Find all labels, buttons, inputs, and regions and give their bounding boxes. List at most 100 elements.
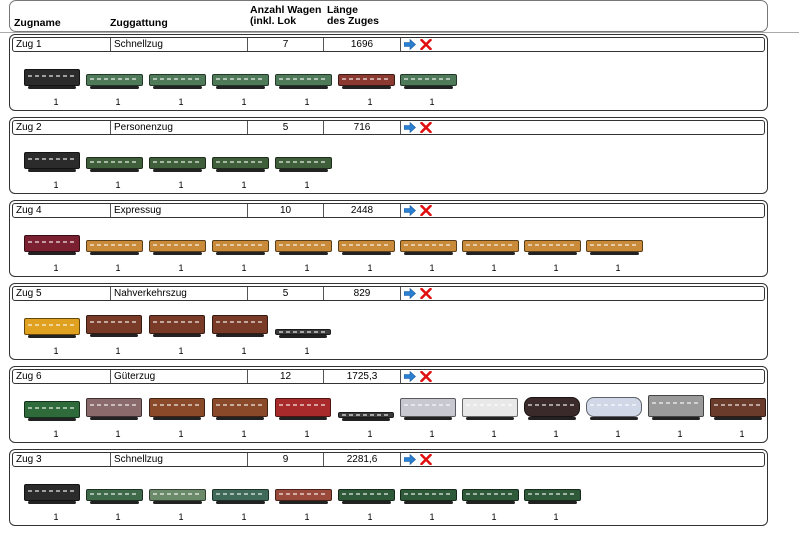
wheel-set xyxy=(153,252,202,255)
freight-car[interactable] xyxy=(275,398,331,417)
arrow-right-icon[interactable] xyxy=(403,287,416,300)
vehicle-quantity: 1 xyxy=(241,512,247,522)
vehicle-quantity: 1 xyxy=(739,429,745,439)
vehicle-quantity: 1 xyxy=(241,346,247,356)
wheel-set xyxy=(279,169,328,172)
passenger-car[interactable] xyxy=(86,74,143,86)
freight-car[interactable] xyxy=(462,398,518,417)
passenger-car[interactable] xyxy=(86,489,143,501)
wheel-set xyxy=(590,417,638,420)
passenger-car[interactable] xyxy=(212,74,269,86)
vehicle-quantity: 1 xyxy=(304,97,310,107)
train-actions xyxy=(403,204,444,217)
passenger-car[interactable] xyxy=(86,157,143,169)
wheel-set xyxy=(528,417,576,420)
baggage-car[interactable] xyxy=(275,157,332,169)
red-x-icon[interactable] xyxy=(420,287,432,300)
arrow-right-icon[interactable] xyxy=(403,204,416,217)
vehicle-quantity: 1 xyxy=(615,429,621,439)
arrow-right-icon[interactable] xyxy=(403,38,416,51)
arrow-right-icon[interactable] xyxy=(403,370,416,383)
passenger-car[interactable] xyxy=(524,489,581,501)
steam-locomotive[interactable] xyxy=(24,484,80,501)
header-train-type: Zuggattung xyxy=(110,17,168,29)
vehicle-quantity: 1 xyxy=(553,263,559,273)
wheel-set xyxy=(28,169,76,172)
passenger-car[interactable] xyxy=(338,489,395,501)
header-wagon-count-2: (inkl. Lok xyxy=(250,15,297,27)
tank-car[interactable] xyxy=(586,397,642,417)
passenger-car[interactable] xyxy=(212,240,269,252)
passenger-car[interactable] xyxy=(149,74,206,86)
passenger-car[interactable] xyxy=(86,240,143,252)
train-length: 1725,3 xyxy=(324,370,401,383)
wheel-set xyxy=(90,417,138,420)
passenger-car[interactable] xyxy=(400,489,457,501)
vehicle-quantity: 1 xyxy=(304,180,310,190)
wheel-set xyxy=(466,501,515,504)
red-x-icon[interactable] xyxy=(420,121,432,134)
diesel-locomotive[interactable] xyxy=(24,318,80,335)
train-actions xyxy=(403,287,444,300)
passenger-car[interactable] xyxy=(149,157,206,169)
vehicle-quantity: 1 xyxy=(429,429,435,439)
tank-car[interactable] xyxy=(524,397,580,417)
wheel-set xyxy=(528,252,577,255)
red-x-icon[interactable] xyxy=(420,370,432,383)
arrow-right-icon[interactable] xyxy=(403,121,416,134)
red-x-icon[interactable] xyxy=(420,204,432,217)
electric-locomotive[interactable] xyxy=(24,401,80,418)
train-block: Zug 5 Nahverkehrszug 5 829 1 1 1 1 1 xyxy=(9,283,768,360)
passenger-car[interactable] xyxy=(524,240,581,252)
passenger-car[interactable] xyxy=(586,240,643,252)
wheel-set xyxy=(342,501,391,504)
freight-car[interactable] xyxy=(400,398,456,417)
dining-car[interactable] xyxy=(338,74,395,86)
hopper-car[interactable] xyxy=(648,395,704,417)
passenger-car[interactable] xyxy=(212,157,269,169)
passenger-car[interactable] xyxy=(275,74,332,86)
steam-locomotive[interactable] xyxy=(24,152,80,169)
vehicle-quantity: 1 xyxy=(178,97,184,107)
freight-car[interactable] xyxy=(149,315,205,334)
vehicle-quantity: 1 xyxy=(677,429,683,439)
passenger-car[interactable] xyxy=(212,489,269,501)
passenger-car[interactable] xyxy=(275,240,332,252)
passenger-car[interactable] xyxy=(400,74,457,86)
passenger-car[interactable] xyxy=(462,489,519,501)
header-divider xyxy=(0,32,799,33)
passenger-car[interactable] xyxy=(149,489,206,501)
train-type: Güterzug xyxy=(111,370,248,383)
passenger-car[interactable] xyxy=(462,240,519,252)
vehicle-quantity: 1 xyxy=(429,97,435,107)
vehicle-quantity: 1 xyxy=(367,429,373,439)
train-name: Zug 4 xyxy=(13,204,111,217)
train-header-row: Zug 3 Schnellzug 9 2281,6 xyxy=(12,452,765,467)
train-length: 829 xyxy=(324,287,401,300)
vehicle-quantity: 1 xyxy=(53,180,59,190)
freight-car[interactable] xyxy=(212,315,268,334)
vehicle-quantity: 1 xyxy=(429,263,435,273)
arrow-right-icon[interactable] xyxy=(403,453,416,466)
red-x-icon[interactable] xyxy=(420,453,432,466)
vehicle-quantity: 1 xyxy=(115,512,121,522)
wheel-set xyxy=(342,86,391,89)
passenger-car[interactable] xyxy=(400,240,457,252)
passenger-car[interactable] xyxy=(149,240,206,252)
diesel-locomotive[interactable] xyxy=(24,235,80,252)
train-header-row: Zug 2 Personenzug 5 716 xyxy=(12,120,765,135)
vehicle-quantity: 1 xyxy=(491,429,497,439)
red-x-icon[interactable] xyxy=(420,38,432,51)
steam-locomotive[interactable] xyxy=(24,69,80,86)
passenger-car[interactable] xyxy=(338,240,395,252)
freight-car[interactable] xyxy=(86,315,142,334)
vehicle-quantity: 1 xyxy=(241,97,247,107)
wheel-set xyxy=(216,417,264,420)
freight-car[interactable] xyxy=(149,398,205,417)
freight-car[interactable] xyxy=(212,398,268,417)
freight-car[interactable] xyxy=(710,398,766,417)
dining-car[interactable] xyxy=(275,489,332,501)
vehicle-quantity: 1 xyxy=(178,346,184,356)
freight-car[interactable] xyxy=(86,398,142,417)
wheel-set xyxy=(466,252,515,255)
